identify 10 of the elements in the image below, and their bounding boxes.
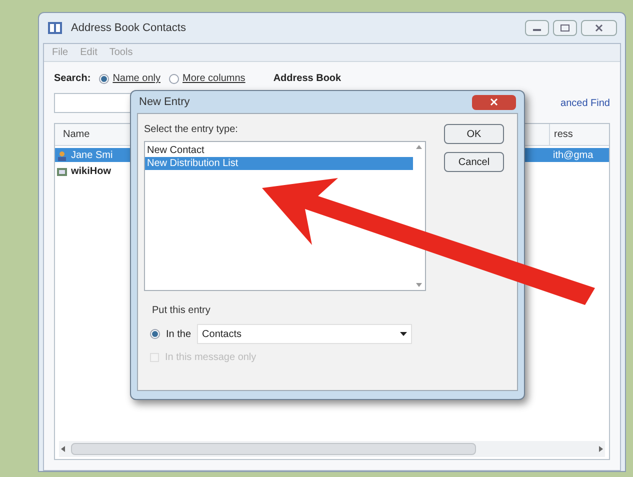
table-cell-text: ith@gma <box>552 149 594 163</box>
group-label: Put this entry <box>152 304 212 318</box>
window-title: Address Book Contacts <box>71 20 186 36</box>
option-label: In the <box>166 328 192 342</box>
search-label: Search: <box>54 72 91 86</box>
option-label: More columns <box>182 72 246 86</box>
prompt-label: Select the entry type: <box>144 123 239 137</box>
dialog-title: New Entry <box>139 94 190 110</box>
address-book-label: Address Book <box>273 72 342 86</box>
option-label: Name only <box>112 72 160 86</box>
